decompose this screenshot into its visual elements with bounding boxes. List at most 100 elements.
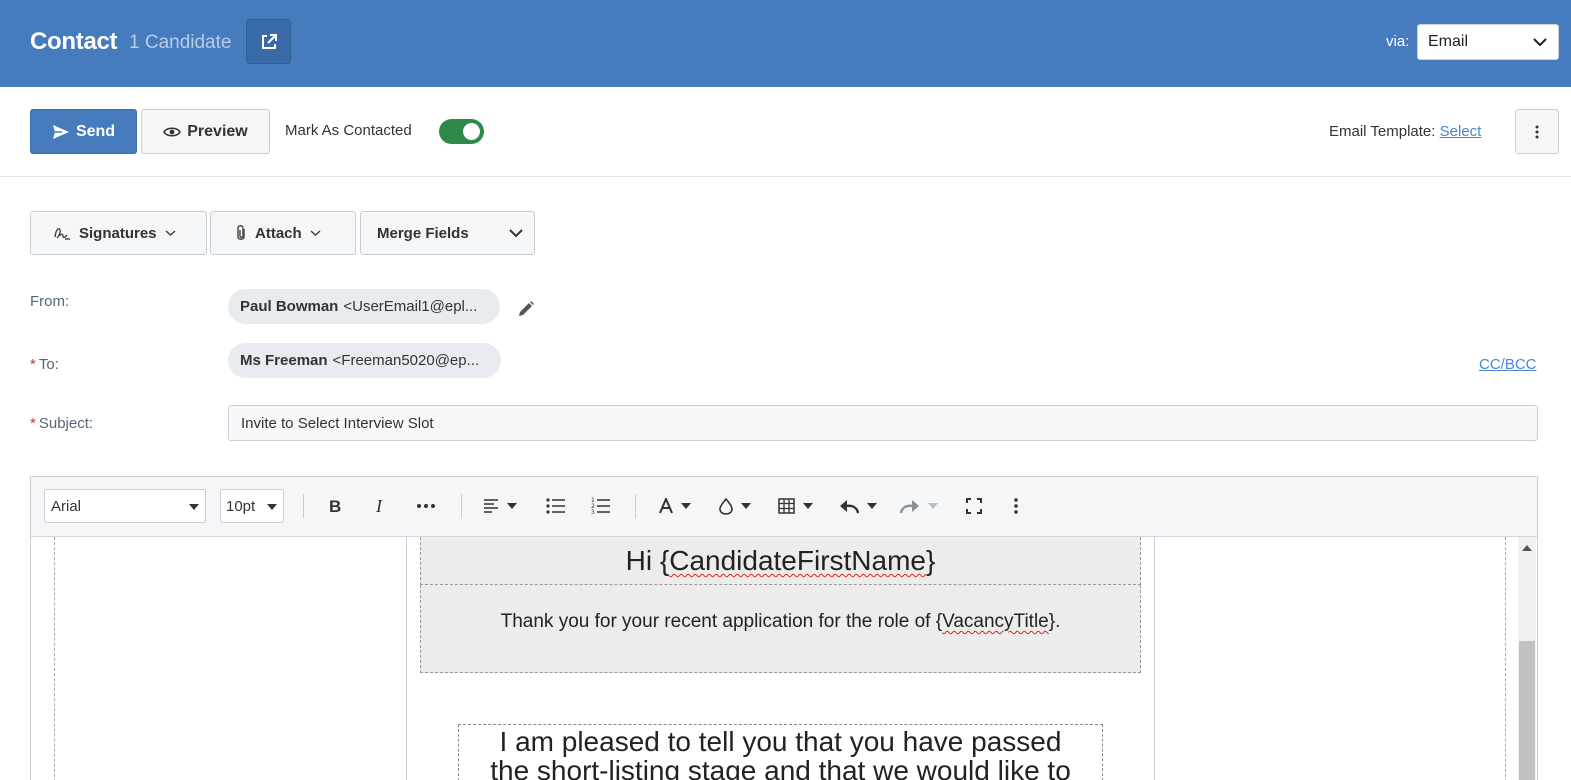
toolbar-divider: [635, 494, 636, 518]
signatures-dropdown[interactable]: Signatures: [30, 211, 207, 255]
from-email: <UserEmail1@epl...: [343, 298, 478, 315]
font-size-select[interactable]: 10pt: [220, 489, 284, 523]
greeting-suffix: }: [926, 545, 936, 576]
page-title: Contact: [30, 28, 118, 55]
table-dropdown[interactable]: [778, 493, 813, 519]
signatures-label: Signatures: [79, 224, 157, 242]
mark-contacted-toggle[interactable]: [439, 119, 484, 144]
bold-icon: B: [329, 498, 341, 514]
required-marker: *: [30, 415, 36, 432]
horizontal-dots-icon: [417, 504, 435, 508]
caret-down-icon: [507, 503, 517, 509]
caret-down-icon: [928, 503, 938, 509]
cc-bcc-link[interactable]: CC/BCC: [1479, 356, 1537, 373]
table-icon: [778, 498, 795, 514]
bold-button[interactable]: B: [329, 493, 341, 519]
undo-dropdown[interactable]: [839, 493, 877, 519]
email-editor: Arial 10pt B I 123 Hi {CandidateFirstNam…: [30, 476, 1538, 780]
to-label: * To:: [30, 356, 59, 373]
more-formatting-button[interactable]: [417, 493, 435, 519]
droplet-icon: [719, 497, 733, 515]
fullscreen-button[interactable]: [966, 493, 982, 519]
external-link-icon: [261, 33, 277, 49]
message-line-2: the short-listing stage and that we woul…: [490, 755, 1071, 780]
editor-content-area[interactable]: Hi {CandidateFirstName} Thank you for yo…: [31, 537, 1537, 780]
vertical-dots-icon: [1535, 125, 1539, 138]
numbered-list-button[interactable]: 123: [591, 493, 611, 519]
message-cell: I am pleased to tell you that you have p…: [420, 673, 1141, 780]
scroll-thumb[interactable]: [1519, 641, 1535, 780]
svg-text:B: B: [329, 498, 341, 514]
attach-label: Attach: [255, 224, 302, 242]
preview-label: Preview: [187, 122, 248, 140]
thanks-prefix: Thank you for your recent application fo…: [500, 611, 943, 632]
toolbar-divider: [303, 494, 304, 518]
attach-dropdown[interactable]: Attach: [210, 211, 356, 255]
italic-button[interactable]: I: [375, 493, 387, 519]
subject-label-text: Subject:: [38, 415, 94, 432]
merge-fields-dropdown[interactable]: Merge Fields: [360, 211, 535, 255]
via-label: via:: [1386, 33, 1410, 50]
numbered-list-icon: 123: [591, 497, 610, 515]
email-template-label: Email Template: Select: [1329, 123, 1481, 140]
merge-fields-label: Merge Fields: [377, 224, 469, 242]
thanks-suffix: }.: [1048, 611, 1061, 632]
email-template-text: Email Template:: [1329, 123, 1436, 140]
toggle-knob: [463, 123, 480, 140]
to-chip[interactable]: Ms Freeman <Freeman5020@ep...: [228, 343, 501, 378]
caret-down-icon: [741, 503, 751, 509]
editor-toolbar: Arial 10pt B I 123: [31, 477, 1537, 537]
from-name: Paul Bowman: [240, 298, 339, 315]
toolbar-divider: [461, 494, 462, 518]
caret-down-icon: [867, 503, 877, 509]
text-color-dropdown[interactable]: [659, 493, 691, 519]
scroll-up-arrow-icon[interactable]: [1522, 545, 1532, 551]
greeting-merge-field: CandidateFirstName: [669, 545, 926, 576]
select-template-link[interactable]: Select: [1440, 123, 1482, 140]
caret-down-icon: [803, 503, 813, 509]
fullscreen-icon: [966, 498, 982, 514]
from-chip[interactable]: Paul Bowman <UserEmail1@epl...: [228, 289, 500, 324]
via-select[interactable]: Email: [1417, 24, 1559, 60]
signature-icon: [54, 228, 70, 240]
redo-icon: [900, 500, 919, 514]
font-family-select[interactable]: Arial: [44, 489, 206, 523]
paperclip-icon: [237, 225, 245, 240]
align-dropdown[interactable]: [483, 493, 517, 519]
eye-icon: [163, 126, 182, 137]
candidate-count: 1 Candidate: [129, 32, 232, 53]
dropdown-arrow-icon: [189, 504, 199, 510]
message-line-1: I am pleased to tell you that you have p…: [499, 726, 1062, 757]
bullet-list-icon: [546, 498, 565, 514]
preview-button[interactable]: Preview: [141, 109, 270, 154]
open-external-button[interactable]: [246, 19, 291, 64]
chevron-down-icon: [310, 230, 321, 237]
header-bar: Contact 1 Candidate via: Email: [0, 0, 1571, 87]
editor-more-button[interactable]: [1014, 493, 1018, 519]
action-bar: Send Preview Mark As Contacted Email Tem…: [0, 87, 1571, 177]
svg-text:3: 3: [591, 509, 595, 515]
chevron-down-icon: [1533, 38, 1547, 47]
subject-label: * Subject:: [30, 415, 93, 432]
chevron-down-icon: [165, 230, 176, 237]
to-label-text: To:: [38, 356, 59, 373]
pencil-icon[interactable]: [516, 299, 536, 319]
send-label: Send: [75, 122, 116, 140]
vacancy-merge-field: VacancyTitle: [942, 611, 1049, 632]
greeting-cell: Hi {CandidateFirstName}: [420, 537, 1141, 585]
font-color-icon: [659, 498, 673, 514]
send-icon: [52, 124, 69, 139]
subject-input[interactable]: Invite to Select Interview Slot: [228, 405, 1538, 441]
chevron-down-icon: [509, 229, 523, 238]
required-marker: *: [30, 356, 36, 373]
svg-text:I: I: [375, 498, 383, 514]
send-button[interactable]: Send: [30, 109, 137, 154]
to-email: <Freeman5020@ep...: [332, 352, 480, 369]
italic-icon: I: [375, 498, 383, 514]
more-options-button[interactable]: [1515, 109, 1559, 154]
background-color-dropdown[interactable]: [719, 493, 751, 519]
redo-dropdown[interactable]: [900, 493, 938, 519]
bullet-list-button[interactable]: [546, 493, 566, 519]
editor-scrollbar[interactable]: [1518, 537, 1536, 780]
vertical-dots-icon: [1014, 498, 1018, 514]
